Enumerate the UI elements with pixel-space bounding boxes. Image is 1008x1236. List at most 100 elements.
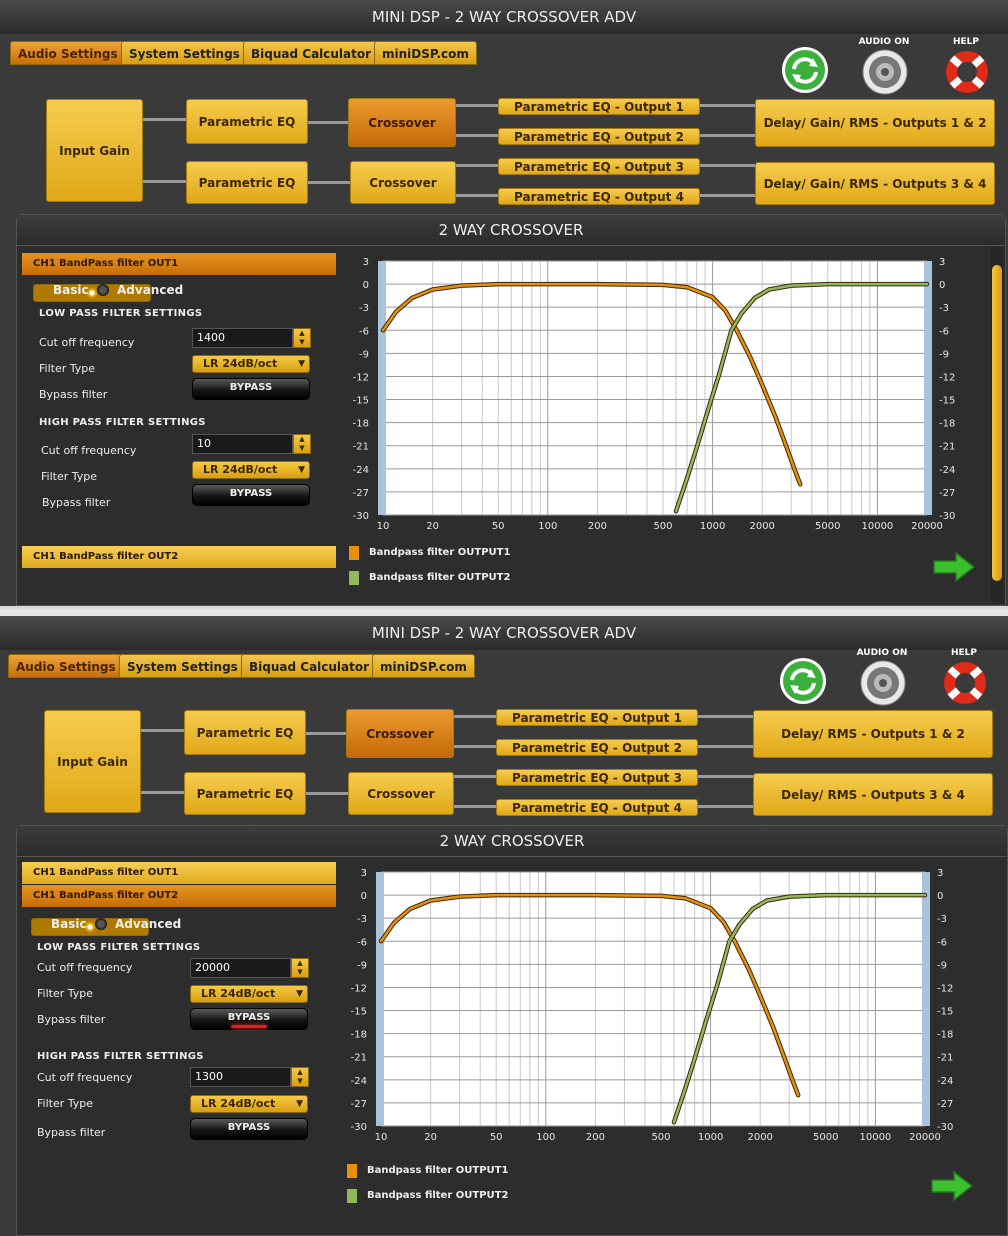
speaker-icon[interactable] xyxy=(859,659,907,707)
filter-tab-out1[interactable]: CH1 BandPass filter OUT1 xyxy=(22,253,336,275)
crossover-block-1[interactable]: Crossover xyxy=(346,709,454,758)
parametric-eq-output-3[interactable]: Parametric EQ - Output 3 xyxy=(496,769,698,786)
parametric-eq-block-2[interactable]: Parametric EQ xyxy=(186,161,308,204)
tab-audio-settings[interactable]: Audio Settings xyxy=(8,654,124,678)
lp-filter-type-select[interactable]: LR 24dB/oct ▼ xyxy=(190,985,308,1003)
legend-output2: Bandpass filter OUTPUT2 xyxy=(369,572,511,583)
y-tick-label-left: -6 xyxy=(357,937,367,948)
input-gain-block[interactable]: Input Gain xyxy=(44,710,141,813)
lp-cutoff-input[interactable]: 1400 xyxy=(192,328,293,348)
legend-swatch-output1 xyxy=(347,1164,357,1178)
lp-bypass-button[interactable]: BYPASS xyxy=(190,1008,308,1030)
lp-filter-type-value: LR 24dB/oct xyxy=(201,987,276,1000)
tab-system-settings[interactable]: System Settings xyxy=(121,41,248,65)
y-tick-label-left: -24 xyxy=(351,1076,367,1087)
x-tick-label: 500 xyxy=(651,1132,670,1143)
tab-minidsp-com[interactable]: miniDSP.com xyxy=(372,654,475,678)
tab-minidsp-com[interactable]: miniDSP.com xyxy=(374,41,477,65)
tab-audio-settings[interactable]: Audio Settings xyxy=(10,41,126,65)
y-tick-label-left: -24 xyxy=(353,465,369,476)
hp-cutoff-stepper-icon[interactable]: ▲ ▼ xyxy=(291,1067,309,1087)
lp-cutoff-spinner[interactable]: 1400 ▲ ▼ xyxy=(192,328,312,348)
hp-cutoff-spinner[interactable]: 10 ▲ ▼ xyxy=(192,434,312,454)
panel-scrollbar[interactable] xyxy=(991,247,1003,602)
lp-filter-type-label: Filter Type xyxy=(37,987,94,1000)
hp-filter-type-select[interactable]: LR 24dB/oct ▼ xyxy=(190,1095,308,1113)
panel-title: 2 WAY CROSSOVER xyxy=(17,826,1007,857)
hp-cutoff-stepper-icon[interactable]: ▲ ▼ xyxy=(293,434,311,454)
parametric-eq-output-2[interactable]: Parametric EQ - Output 2 xyxy=(498,128,700,145)
advanced-radio[interactable] xyxy=(97,284,109,296)
filter-tab-out2[interactable]: CH1 BandPass filter OUT2 xyxy=(22,546,336,568)
hp-bypass-button[interactable]: BYPASS xyxy=(192,484,310,506)
y-tick-label-left: -18 xyxy=(351,1030,367,1041)
delay-rms-outputs-3-4[interactable]: Delay/ RMS - Outputs 3 & 4 xyxy=(753,773,993,816)
filter-tab-out2[interactable]: CH1 BandPass filter OUT2 xyxy=(22,885,336,907)
delay-gain-rms-outputs-3-4[interactable]: Delay/ Gain/ RMS - Outputs 3 & 4 xyxy=(755,162,995,205)
hp-filter-type-select[interactable]: LR 24dB/oct ▼ xyxy=(192,461,310,479)
hp-bypass-label: Bypass filter xyxy=(37,1126,106,1139)
parametric-eq-output-4[interactable]: Parametric EQ - Output 4 xyxy=(498,188,700,205)
parametric-eq-output-3[interactable]: Parametric EQ - Output 3 xyxy=(498,158,700,175)
lp-bypass-label: Bypass filter xyxy=(37,1013,106,1026)
y-tick-label-right: -18 xyxy=(937,1030,953,1041)
delay-gain-rms-outputs-1-2[interactable]: Delay/ Gain/ RMS - Outputs 1 & 2 xyxy=(755,99,995,147)
legend-output1: Bandpass filter OUTPUT1 xyxy=(369,547,511,558)
hp-cutoff-spinner[interactable]: 1300 ▲ ▼ xyxy=(190,1067,310,1087)
hp-bypass-button[interactable]: BYPASS xyxy=(190,1118,308,1140)
y-tick-label-right: -9 xyxy=(937,960,947,971)
lp-filter-type-select[interactable]: LR 24dB/oct ▼ xyxy=(192,355,310,373)
tab-biquad-calculator[interactable]: Biquad Calculator xyxy=(243,41,380,65)
parametric-eq-output-1[interactable]: Parametric EQ - Output 1 xyxy=(498,98,700,115)
lp-bypass-button[interactable]: BYPASS xyxy=(192,378,310,400)
next-arrow-icon[interactable] xyxy=(932,551,976,583)
hp-cutoff-input[interactable]: 10 xyxy=(192,434,293,454)
refresh-icon[interactable] xyxy=(780,45,830,95)
y-tick-label-right: -21 xyxy=(939,442,955,453)
legend-output1: Bandpass filter OUTPUT1 xyxy=(367,1165,509,1176)
refresh-icon[interactable] xyxy=(778,656,828,706)
parametric-eq-block-1[interactable]: Parametric EQ xyxy=(184,710,306,755)
hp-cutoff-input[interactable]: 1300 xyxy=(190,1067,291,1087)
low-pass-heading: LOW PASS FILTER SETTINGS xyxy=(37,942,201,953)
parametric-eq-block-2[interactable]: Parametric EQ xyxy=(184,772,306,815)
filter-tab-out1[interactable]: CH1 BandPass filter OUT1 xyxy=(22,862,336,884)
y-tick-label-right: -18 xyxy=(939,419,955,430)
audio-on-label: AUDIO ON xyxy=(858,37,910,47)
advanced-radio[interactable] xyxy=(95,918,107,930)
tab-biquad-calculator[interactable]: Biquad Calculator xyxy=(241,654,378,678)
y-tick-label-left: -27 xyxy=(353,488,369,499)
input-gain-block[interactable]: Input Gain xyxy=(46,99,143,202)
speaker-icon[interactable] xyxy=(861,48,909,96)
parametric-eq-output-4[interactable]: Parametric EQ - Output 4 xyxy=(496,799,698,816)
y-tick-label-left: 3 xyxy=(363,257,369,268)
x-tick-label: 20000 xyxy=(911,521,943,532)
crossover-block-2[interactable]: Crossover xyxy=(350,161,456,204)
lp-cutoff-spinner[interactable]: 20000 ▲ ▼ xyxy=(190,958,310,978)
y-tick-label-right: -27 xyxy=(939,488,955,499)
x-tick-label: 200 xyxy=(586,1132,605,1143)
lp-cutoff-stepper-icon[interactable]: ▲ ▼ xyxy=(291,958,309,978)
tab-system-settings[interactable]: System Settings xyxy=(119,654,246,678)
lp-cutoff-input[interactable]: 20000 xyxy=(190,958,291,978)
legend-output2: Bandpass filter OUTPUT2 xyxy=(367,1190,509,1201)
y-tick-label-right: -12 xyxy=(937,983,953,994)
parametric-eq-output-1[interactable]: Parametric EQ - Output 1 xyxy=(496,709,698,726)
crossover-block-1[interactable]: Crossover xyxy=(348,98,456,147)
high-pass-heading: HIGH PASS FILTER SETTINGS xyxy=(39,417,206,428)
hp-cutoff-label: Cut off frequency xyxy=(37,1071,133,1084)
y-tick-label-right: -15 xyxy=(939,396,955,407)
crossover-block-2[interactable]: Crossover xyxy=(348,772,454,815)
lp-cutoff-stepper-icon[interactable]: ▲ ▼ xyxy=(293,328,311,348)
parametric-eq-block-1[interactable]: Parametric EQ xyxy=(186,99,308,144)
x-tick-label: 5000 xyxy=(813,1132,838,1143)
help-lifebuoy-icon[interactable] xyxy=(942,48,992,96)
delay-rms-outputs-1-2[interactable]: Delay/ RMS - Outputs 1 & 2 xyxy=(753,710,993,758)
help-lifebuoy-icon[interactable] xyxy=(940,659,990,707)
chevron-down-icon: ▼ xyxy=(296,1099,303,1109)
parametric-eq-output-2[interactable]: Parametric EQ - Output 2 xyxy=(496,739,698,756)
window-title: MINI DSP - 2 WAY CROSSOVER ADV xyxy=(0,616,1008,650)
scrollbar-thumb[interactable] xyxy=(992,265,1002,581)
range-edge-left xyxy=(376,872,384,1126)
next-arrow-icon[interactable] xyxy=(930,1170,974,1202)
